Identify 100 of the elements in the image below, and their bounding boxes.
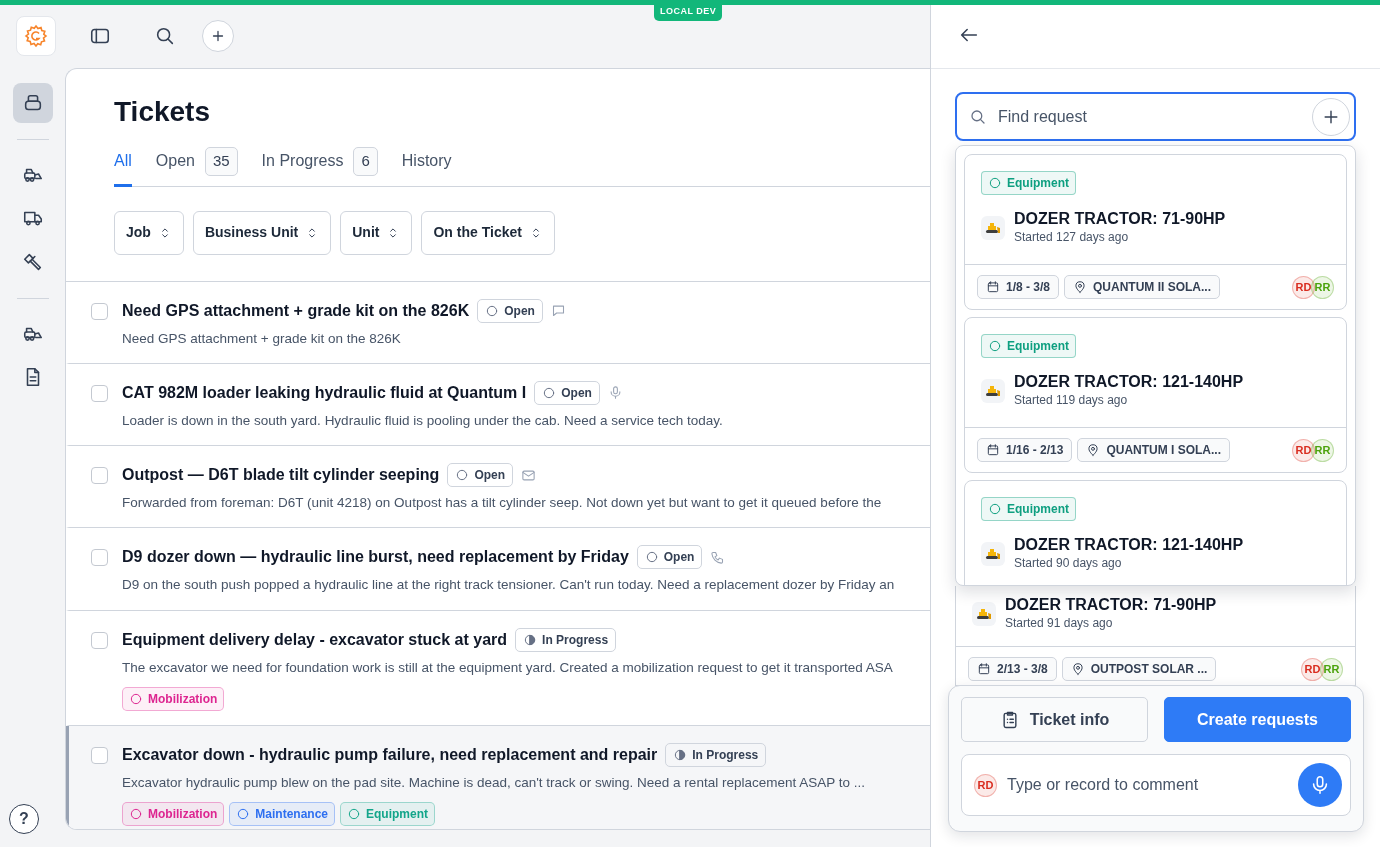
location-pin-icon xyxy=(1073,280,1088,294)
search-bar[interactable]: Find request xyxy=(955,92,1356,141)
comment-icon xyxy=(550,303,566,318)
checkbox[interactable] xyxy=(91,746,108,764)
filter-dropdown[interactable]: Unit xyxy=(340,210,413,255)
circle-icon xyxy=(236,807,251,821)
category-tag: Equipment xyxy=(981,171,1076,195)
category-tag: Equipment xyxy=(981,334,1076,358)
equipment-title: DOZER TRACTOR: 71-90HP xyxy=(1014,209,1226,228)
ticket-title: Equipment delivery delay - excavator stuck at yard xyxy=(122,629,508,650)
circle-icon xyxy=(129,807,143,821)
phone-icon xyxy=(710,549,726,565)
suggestion-card[interactable]: Equipment DOZER TRACTOR: 121-140HP Started 119 days ago 1/16 - 2/13 QUANTUM I SOLA... RD RR xyxy=(964,317,1347,473)
ticket-info-button[interactable]: Ticket info xyxy=(961,697,1148,742)
ticket-description: Need GPS attachment + grade kit on the 826K xyxy=(122,329,402,348)
app-logo[interactable] xyxy=(16,15,56,56)
calendar-icon xyxy=(986,280,1000,294)
environment-badge: LOCAL DEV xyxy=(654,3,723,21)
create-requests-button[interactable]: Create requests xyxy=(1164,697,1351,742)
sidebar-item[interactable] xyxy=(12,83,53,123)
status-badge: Open xyxy=(477,298,543,323)
circle-icon xyxy=(485,303,500,318)
tab[interactable]: All xyxy=(114,147,132,187)
ticket-row[interactable] xyxy=(66,725,930,829)
date-range: 1/8 - 3/8 xyxy=(977,275,1060,299)
date-range: 1/16 - 2/13 xyxy=(977,438,1073,462)
circle-icon xyxy=(542,385,557,400)
circle-icon xyxy=(988,176,1002,190)
started-time: Started 90 days ago xyxy=(1014,555,1123,572)
checkbox[interactable] xyxy=(91,549,108,567)
ticket-row[interactable]: CAT 982M loader leaking hydraulic fluid at Quantum I Open Loader is down in the south yard. Hydraulic fluid is pooling under the cab. Need a service tech today. xyxy=(66,363,930,446)
tab[interactable]: In Progress 6 xyxy=(261,147,378,187)
ticket-row[interactable]: D9 dozer down — hydraulic line burst, need replacement by Friday Open D9 on the south push popped a hydraulic line at the right track tensioner. Can't run today. Need a replacement dozer by Friday an xyxy=(66,528,930,611)
avatar: RD xyxy=(1301,657,1324,681)
checkbox[interactable] xyxy=(91,384,108,402)
ticket-title: Need GPS attachment + grade kit on the 826K xyxy=(122,300,470,321)
calendar-icon xyxy=(986,443,1000,457)
add-button[interactable] xyxy=(1312,97,1350,136)
comment-bar[interactable]: RD Type or record to comment xyxy=(961,754,1351,816)
tag: Mobilization xyxy=(122,802,225,826)
status-badge: Open xyxy=(447,463,514,487)
dozer-icon xyxy=(981,541,1005,566)
ticket-description: The excavator we need for foundation work is still at the equipment yard. Created a mobilization request to get it transported ASA xyxy=(122,658,894,677)
calendar-icon xyxy=(977,662,991,676)
mail-icon xyxy=(521,467,537,483)
filter-dropdown[interactable]: Job xyxy=(114,210,184,255)
filter-dropdown[interactable]: Business Unit xyxy=(192,210,332,255)
circle-icon xyxy=(455,468,470,482)
tag: Maintenance xyxy=(229,802,335,826)
avatar: RR xyxy=(1311,438,1334,462)
circle-icon xyxy=(988,339,1002,353)
location-chip: QUANTUM I SOLA... xyxy=(1077,438,1231,462)
ticket-row[interactable]: Need GPS attachment + grade kit on the 826K Open Need GPS attachment + grade kit on the 826K xyxy=(66,281,930,364)
tag: Mobilization xyxy=(122,686,225,711)
avatar: RD xyxy=(974,773,997,797)
suggestion-card[interactable]: Equipment DOZER TRACTOR: 71-90HP Started 127 days ago 1/8 - 3/8 QUANTUM II SOLA... RD RR xyxy=(964,154,1347,310)
circle-icon xyxy=(644,550,659,565)
checkbox[interactable] xyxy=(91,631,108,649)
started-time: Started 127 days ago xyxy=(1014,229,1130,246)
location-pin-icon xyxy=(1086,443,1101,457)
equipment-title: DOZER TRACTOR: 71-90HP xyxy=(1005,595,1217,614)
help-button[interactable]: ? xyxy=(9,804,39,834)
status-badge: In Progress xyxy=(515,627,617,652)
location-pin-icon xyxy=(1070,662,1085,676)
ticket-title: CAT 982M loader leaking hydraulic fluid at Quantum I xyxy=(122,382,527,403)
tab[interactable]: History xyxy=(401,147,452,187)
ticket-description: Excavator hydraulic pump blew on the pad site. Machine is dead, can't track or swing. Need a rental replacement ASAP to ... xyxy=(122,773,866,792)
tab[interactable]: Open 35 xyxy=(155,147,238,187)
status-badge: Open xyxy=(534,380,600,405)
count-badge: 6 xyxy=(353,147,378,176)
tools-icon xyxy=(21,251,44,273)
search-icon xyxy=(969,107,987,126)
half-circle-icon xyxy=(523,632,538,647)
search-field[interactable]: Find request xyxy=(996,103,1303,130)
equipment-title: DOZER TRACTOR: 121-140HP xyxy=(1014,535,1244,554)
record-button[interactable] xyxy=(1298,763,1342,807)
page-title: Tickets xyxy=(114,95,211,129)
checkbox[interactable] xyxy=(91,467,108,484)
status-badge: In Progress xyxy=(665,742,767,767)
ticket-description: Forwarded from foreman: D6T (unit 4218) on Outpost has a tilt cylinder seep. Not down yet but want to get it queued before the xyxy=(122,494,883,512)
filter-dropdown[interactable]: On the Ticket xyxy=(421,210,555,255)
status-badge: Open xyxy=(636,545,703,570)
avatar: RR xyxy=(1311,275,1334,299)
ticket-description: D9 on the south push popped a hydraulic line at the right track tensioner. Can't run today. Need a replacement dozer by Friday an xyxy=(122,576,896,595)
location-chip: QUANTUM II SOLA... xyxy=(1064,275,1221,299)
circle-icon xyxy=(129,691,143,706)
avatar: RD xyxy=(1292,438,1315,462)
add-button[interactable] xyxy=(202,19,234,52)
checkbox[interactable] xyxy=(91,302,108,320)
ticket-title: D9 dozer down — hydraulic line burst, need replacement by Friday xyxy=(122,547,629,568)
comment-field[interactable]: Type or record to comment xyxy=(1005,772,1290,798)
avatar: RR xyxy=(1320,657,1343,681)
equipment-title: DOZER TRACTOR: 121-140HP xyxy=(1014,372,1244,391)
date-range: 2/13 - 3/8 xyxy=(968,657,1057,681)
ticket-row[interactable]: Outpost — D6T blade tilt cylinder seeping Open Forwarded from foreman: D6T (unit 4218) on Outpost has a tilt cylinder seep. Not down yet but want to get it queued before the xyxy=(66,446,930,529)
suggestion-card[interactable]: Equipment DOZER TRACTOR: 121-140HP Started 90 days ago xyxy=(964,480,1347,585)
circle-icon xyxy=(347,807,361,821)
dozer-icon xyxy=(981,378,1005,403)
started-time: Started 119 days ago xyxy=(1014,392,1129,409)
tag: Equipment xyxy=(340,802,435,826)
